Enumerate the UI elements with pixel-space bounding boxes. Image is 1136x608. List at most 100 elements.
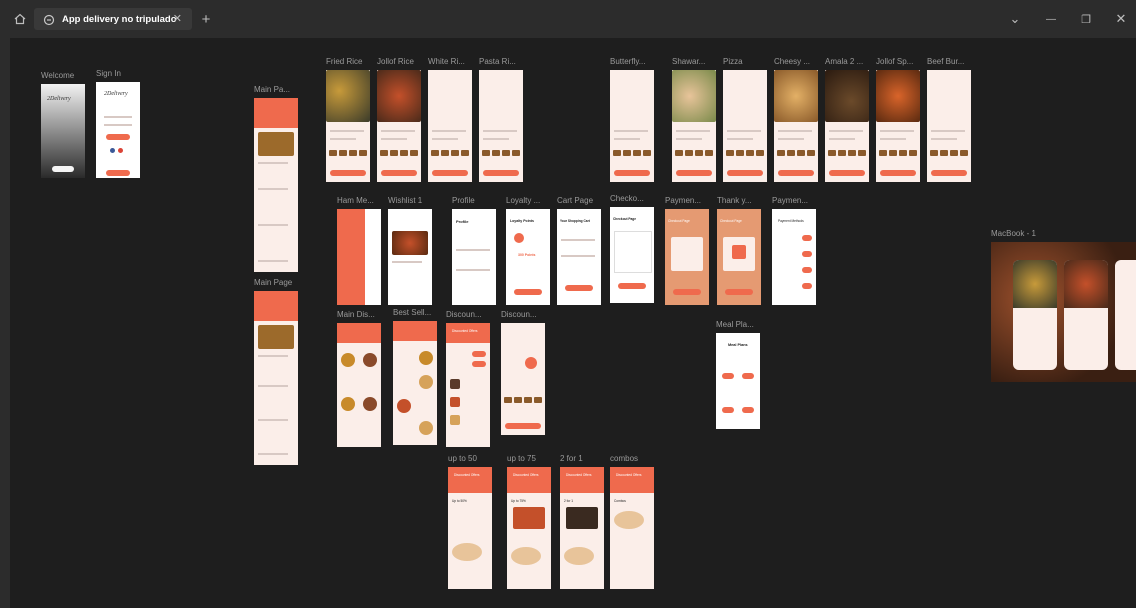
frame-label-profile[interactable]: Profile — [452, 196, 498, 205]
figma-link-icon — [43, 13, 55, 31]
upto50-sub: Up to 50% — [452, 499, 467, 503]
frame-beef-bur[interactable] — [927, 70, 971, 182]
frame-label-amala[interactable]: Amala 2 ... — [825, 57, 871, 66]
chevron-down-icon[interactable]: ⌄ — [1005, 9, 1025, 29]
frame-ham-me[interactable] — [337, 209, 381, 305]
frame-macbook[interactable] — [991, 242, 1136, 382]
frame-paymen-1[interactable]: Checkout Page — [665, 209, 709, 305]
combos-sub: Combos — [614, 499, 626, 503]
frame-label-paymen-2[interactable]: Paymen... — [772, 196, 818, 205]
twofor1-heading: Discounted Offers — [566, 473, 592, 477]
home-icon[interactable] — [10, 9, 30, 29]
mealpla-heading: Meal Plans — [728, 343, 748, 347]
frame-label-white-ri[interactable]: White Ri... — [428, 57, 474, 66]
frame-white-ri[interactable] — [428, 70, 472, 182]
frame-label-shawar[interactable]: Shawar... — [672, 57, 718, 66]
signin-logo: 2Delivery — [104, 91, 128, 97]
frame-label-fried-rice[interactable]: Fried Rice — [326, 57, 372, 66]
frame-cheesy[interactable] — [774, 70, 818, 182]
frame-label-paymen-1[interactable]: Paymen... — [665, 196, 711, 205]
frame-profile[interactable]: Profile — [452, 209, 496, 305]
frame-pasta-ri[interactable] — [479, 70, 523, 182]
frame-label-main-pa[interactable]: Main Pa... — [254, 85, 298, 94]
frame-best-sell[interactable] — [393, 321, 437, 445]
frame-label-butterfly[interactable]: Butterfly... — [610, 57, 656, 66]
new-tab-button[interactable]: + — [196, 9, 216, 29]
loyalty-points: 300 Points — [518, 253, 536, 257]
cart-heading: Your Shopping Cart — [560, 219, 590, 223]
frame-pizza[interactable] — [723, 70, 767, 182]
twofor1-sub: 2 for 1 — [564, 499, 574, 503]
frame-label-loyalty[interactable]: Loyalty ... — [506, 196, 552, 205]
combos-heading: Discounted Offers — [616, 473, 642, 477]
frame-meal-pla[interactable]: Meal Plans — [716, 333, 760, 429]
frame-label-up-to-50[interactable]: up to 50 — [448, 454, 494, 463]
frame-cart-page[interactable]: Your Shopping Cart — [557, 209, 601, 305]
frame-main-page[interactable] — [254, 291, 298, 465]
frame-discoun-1[interactable]: Discounted Offers — [446, 323, 490, 447]
paymen1-heading: Checkout Page — [668, 219, 690, 223]
close-window-button[interactable]: ✕ — [1110, 9, 1132, 29]
paymen2-heading: Payment Methods — [778, 219, 804, 223]
frame-label-combos[interactable]: combos — [610, 454, 656, 463]
frame-signin[interactable]: 2Delivery — [96, 82, 140, 178]
upto50-heading: Discounted Offers — [454, 473, 480, 477]
frame-paymen-2[interactable]: Payment Methods — [772, 209, 816, 305]
frame-label-jollof-sp[interactable]: Jollof Sp... — [876, 57, 922, 66]
frame-2-for-1[interactable]: Discounted Offers 2 for 1 — [560, 467, 604, 589]
frame-label-pasta-ri[interactable]: Pasta Ri... — [479, 57, 525, 66]
frame-main-pa[interactable] — [254, 98, 298, 272]
title-bar: App delivery no tripulado ✕ + ⌄ — ❐ ✕ — [0, 0, 1136, 38]
frame-label-best-sell[interactable]: Best Sell... — [393, 308, 439, 317]
checko-heading: Checkout Page — [613, 217, 637, 221]
frame-label-macbook[interactable]: MacBook - 1 — [991, 229, 1071, 238]
frame-label-pizza[interactable]: Pizza — [723, 57, 769, 66]
minimize-button[interactable]: — — [1040, 9, 1062, 29]
frame-label-cheesy[interactable]: Cheesy ... — [774, 57, 820, 66]
frame-label-ham-me[interactable]: Ham Me... — [337, 196, 383, 205]
restore-button[interactable]: ❐ — [1075, 9, 1097, 29]
upto75-sub: Up to 75% — [511, 499, 526, 503]
welcome-logo: 2Delivery — [47, 96, 71, 102]
frame-label-beef-bur[interactable]: Beef Bur... — [927, 57, 973, 66]
frame-loyalty[interactable]: Loyalty Points 300 Points — [506, 209, 550, 305]
frame-label-welcome[interactable]: Welcome — [41, 71, 85, 80]
signin-button[interactable] — [106, 134, 130, 140]
upto75-heading: Discounted Offers — [513, 473, 539, 477]
frame-butterfly[interactable] — [610, 70, 654, 182]
frame-label-2-for-1[interactable]: 2 for 1 — [560, 454, 606, 463]
discoun1-heading: Discounted Offers — [452, 329, 478, 333]
frame-label-wishlist[interactable]: Wishlist 1 — [388, 196, 434, 205]
document-tab[interactable]: App delivery no tripulado ✕ — [34, 8, 192, 30]
loyalty-heading: Loyalty Points — [510, 219, 534, 223]
frame-wishlist[interactable] — [388, 209, 432, 305]
frame-label-up-to-75[interactable]: up to 75 — [507, 454, 553, 463]
frame-label-cart-page[interactable]: Cart Page — [557, 196, 603, 205]
frame-checko[interactable]: Checkout Page — [610, 207, 654, 303]
frame-label-meal-pla[interactable]: Meal Pla... — [716, 320, 762, 329]
frame-label-checko[interactable]: Checko... — [610, 194, 656, 203]
frame-amala[interactable] — [825, 70, 869, 182]
frame-shawar[interactable] — [672, 70, 716, 182]
frame-fried-rice[interactable] — [326, 70, 370, 182]
frame-up-to-50[interactable]: Discounted Offers Up to 50% — [448, 467, 492, 589]
frame-label-main-dis[interactable]: Main Dis... — [337, 310, 383, 319]
frame-up-to-75[interactable]: Discounted Offers Up to 75% — [507, 467, 551, 589]
frame-discoun-2[interactable] — [501, 323, 545, 435]
frame-label-main-page[interactable]: Main Page — [254, 278, 298, 287]
frame-jollof-rice[interactable] — [377, 70, 421, 182]
frame-label-discoun-2[interactable]: Discoun... — [501, 310, 547, 319]
frame-combos[interactable]: Discounted Offers Combos — [610, 467, 654, 589]
frame-label-thank-y[interactable]: Thank y... — [717, 196, 763, 205]
design-canvas[interactable]: Welcome 2Delivery Sign In 2Delivery Main… — [10, 38, 1136, 608]
welcome-start-button[interactable] — [52, 166, 74, 172]
frame-label-signin[interactable]: Sign In — [96, 69, 140, 78]
frame-label-jollof-rice[interactable]: Jollof Rice — [377, 57, 423, 66]
close-tab-icon[interactable]: ✕ — [173, 12, 182, 25]
frame-jollof-sp[interactable] — [876, 70, 920, 182]
frame-thank-y[interactable]: Checkout Page — [717, 209, 761, 305]
thanky-heading: Checkout Page — [720, 219, 742, 223]
frame-main-dis[interactable] — [337, 323, 381, 447]
frame-welcome[interactable]: 2Delivery — [41, 84, 85, 178]
frame-label-discoun-1[interactable]: Discoun... — [446, 310, 492, 319]
